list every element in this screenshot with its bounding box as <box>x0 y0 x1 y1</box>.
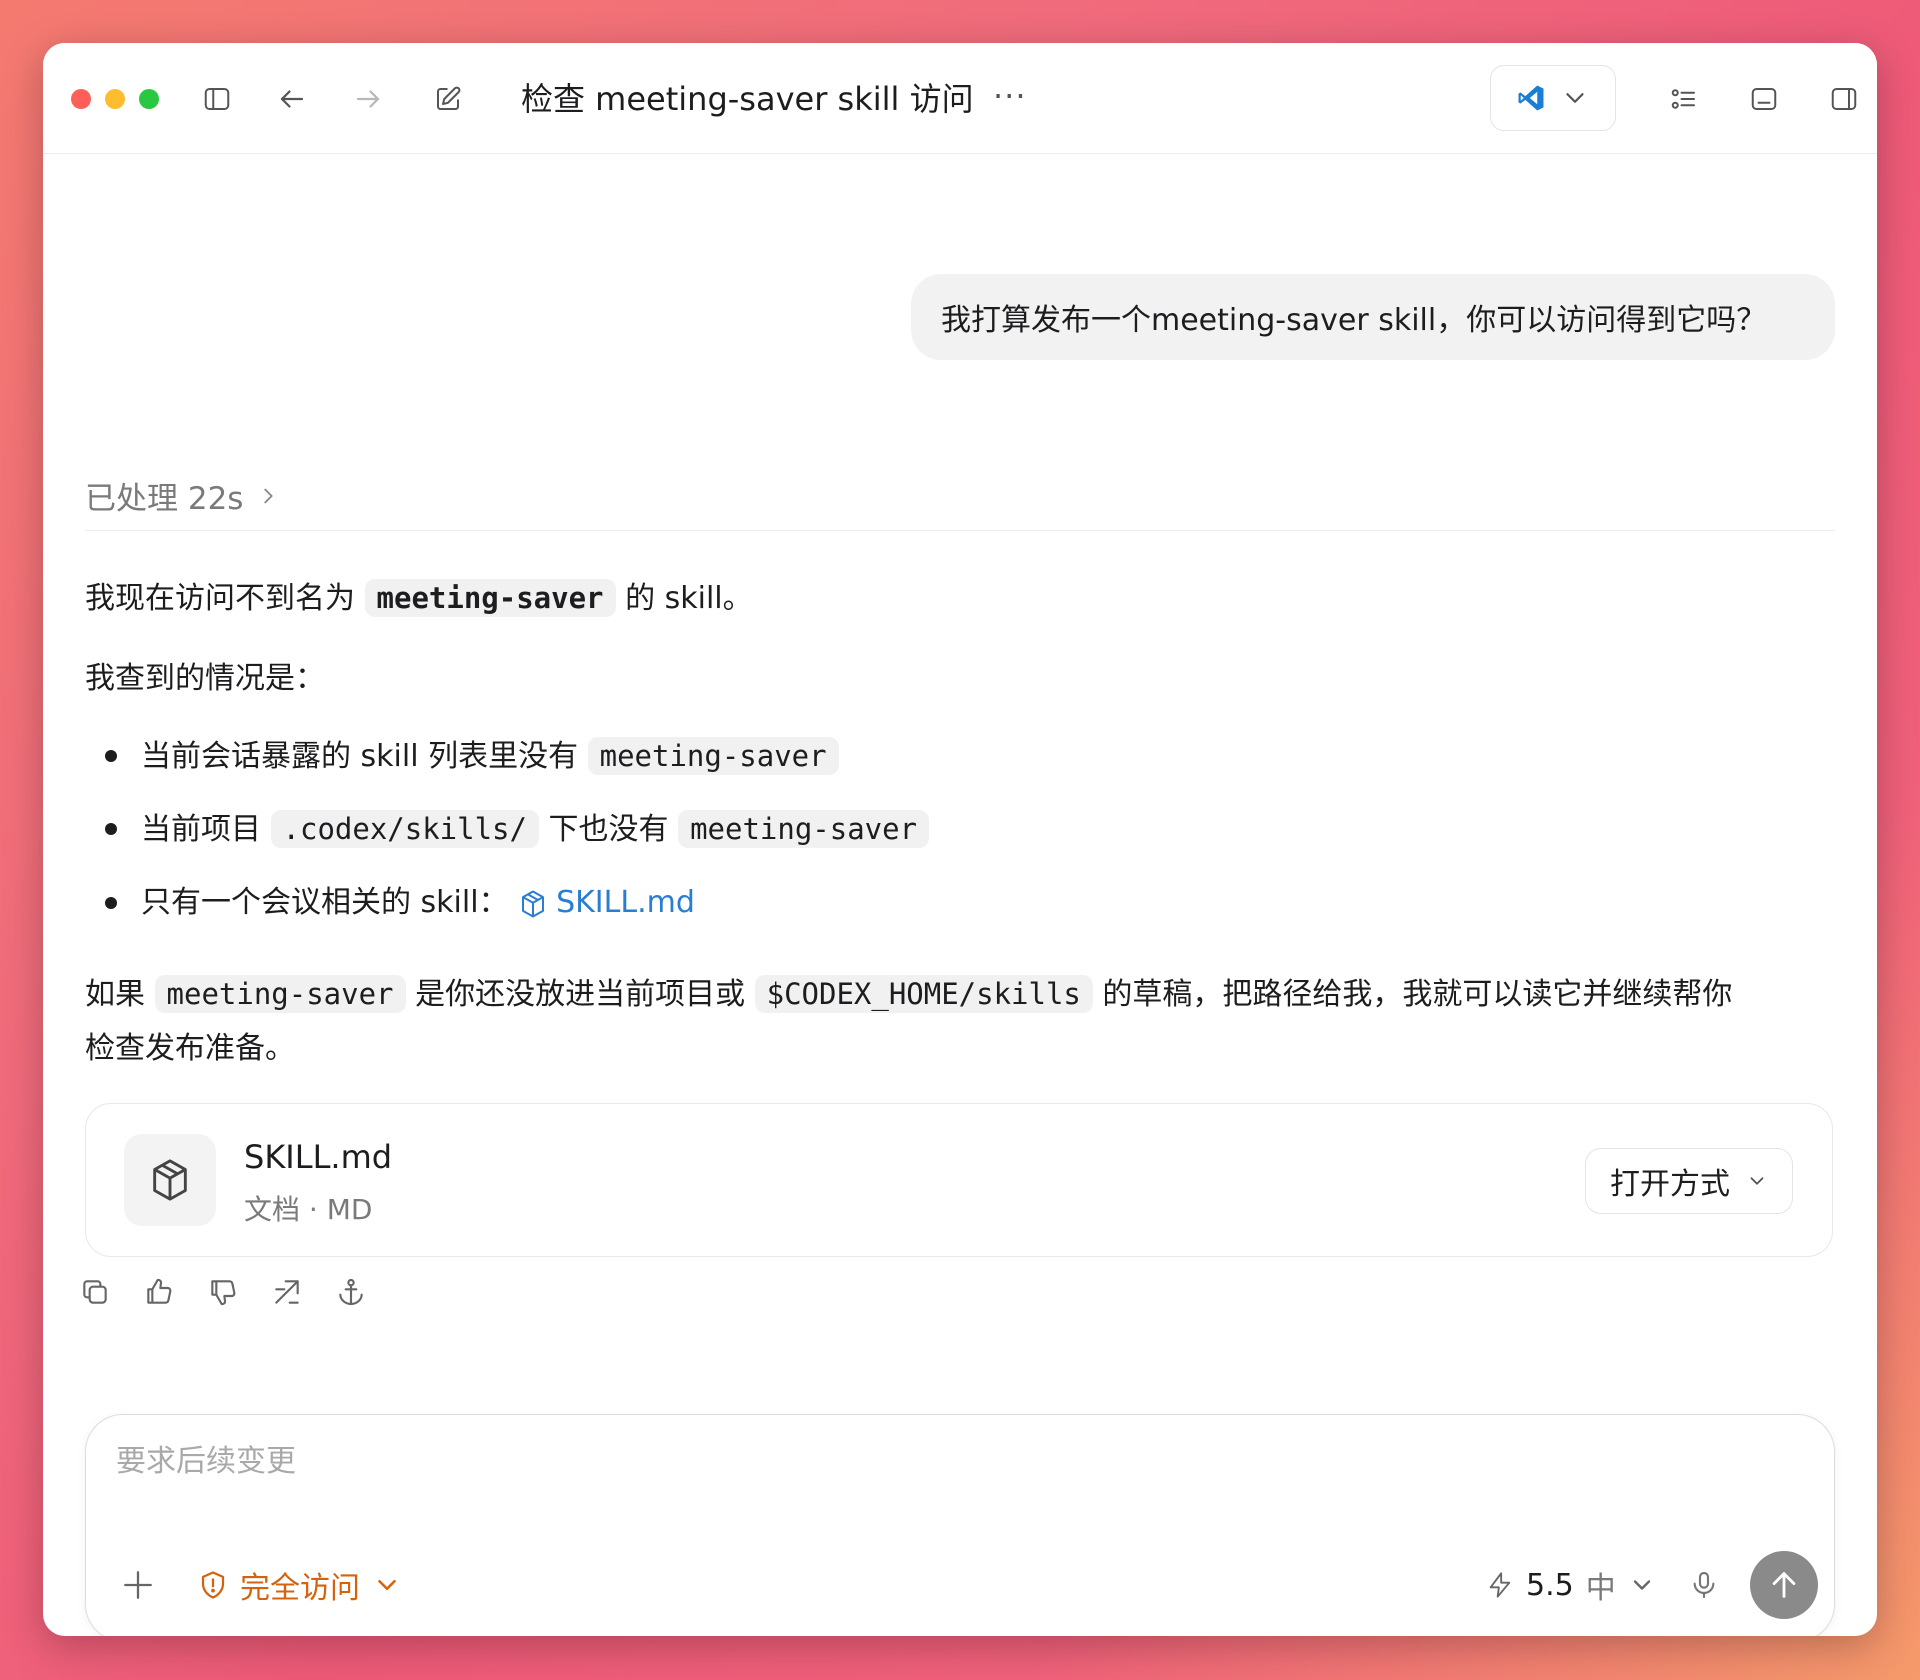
message-composer: 完全访问 5.5 中 <box>85 1414 1835 1636</box>
open-in-editor-button[interactable] <box>1490 65 1616 131</box>
warning-shield-icon <box>201 1571 225 1599</box>
more-options-icon[interactable]: ··· <box>993 77 1027 115</box>
processed-label: 已处理 22s <box>85 481 244 517</box>
inline-code: $CODEX_HOME/skills <box>754 975 1093 1013</box>
forward-arrow-icon[interactable] <box>348 79 388 119</box>
window-title: 检查 meeting-saver skill 访问 <box>521 80 974 118</box>
lightning-icon <box>1489 1572 1511 1598</box>
cube-icon <box>522 890 545 917</box>
paragraph-text: 的草稿，把路径给我，我就可以读它并继续帮你 <box>1092 977 1733 1012</box>
list-icon[interactable] <box>1664 79 1704 119</box>
list-item: 当前项目 .codex/skills/ 下也没有 meeting-saver <box>141 807 930 852</box>
list-item-text: 当前会话暴露的 skill 列表里没有 <box>141 739 588 774</box>
access-mode-selector[interactable]: 完全访问 <box>198 1563 402 1607</box>
microphone-button[interactable] <box>1682 1563 1726 1607</box>
microphone-icon <box>1693 1571 1715 1599</box>
bullet-dot <box>105 897 117 909</box>
response-text: 我现在访问不到名为 <box>85 581 365 616</box>
copy-icon[interactable] <box>77 1274 113 1310</box>
list-item-text: 当前项目 <box>141 812 271 847</box>
sidebar-toggle-icon[interactable] <box>197 79 237 119</box>
chevron-down-icon <box>1566 93 1584 103</box>
anchor-icon[interactable] <box>333 1274 369 1310</box>
response-paragraph-line-2: 检查发布准备。 <box>85 1031 295 1066</box>
bullet-dot <box>105 823 117 835</box>
open-with-button[interactable]: 打开方式 <box>1585 1148 1793 1214</box>
plus-icon <box>124 1571 152 1599</box>
back-arrow-icon[interactable] <box>272 79 312 119</box>
chevron-down-icon <box>378 1580 396 1590</box>
list-item: 当前会话暴露的 skill 列表里没有 meeting-saver <box>141 734 839 779</box>
thumbs-up-icon[interactable] <box>141 1274 177 1310</box>
vscode-icon <box>1518 85 1544 111</box>
share-icon[interactable] <box>269 1274 305 1310</box>
open-with-label: 打开方式 <box>1610 1167 1730 1202</box>
chevron-right-icon <box>264 488 274 503</box>
inline-code: meeting-saver <box>154 975 406 1013</box>
list-item-text: 下也没有 <box>538 812 679 847</box>
send-button[interactable] <box>1750 1551 1818 1619</box>
inline-code: .codex/skills/ <box>270 810 539 848</box>
divider <box>85 530 1835 531</box>
reasoning-level: 中 <box>1585 1571 1616 1606</box>
app-window: 检查 meeting-saver skill 访问 ··· 我打算发布一个mee… <box>43 43 1877 1636</box>
close-window-button[interactable] <box>71 89 91 109</box>
paragraph-text: 是你还没放进当前项目或 <box>405 977 755 1012</box>
access-mode-label: 完全访问 <box>240 1571 360 1606</box>
right-panel-icon[interactable] <box>1824 79 1864 119</box>
response-text: 的 skill。 <box>615 581 753 616</box>
chevron-down-icon <box>1750 1177 1764 1185</box>
response-paragraph: 如果 meeting-saver 是你还没放进当前项目或 $CODEX_HOME… <box>85 972 1732 1017</box>
file-name: SKILL.md <box>244 1138 393 1176</box>
thumbs-down-icon[interactable] <box>205 1274 241 1310</box>
inline-code: meeting-saver <box>678 810 930 848</box>
follow-up-input[interactable] <box>114 1435 1718 1487</box>
processed-toggle[interactable]: 已处理 22s <box>85 473 279 518</box>
compose-icon[interactable] <box>428 79 468 119</box>
terminal-panel-icon[interactable] <box>1744 79 1784 119</box>
inline-code: meeting-saver <box>587 737 839 775</box>
skill-file-link[interactable]: SKILL.md <box>556 885 695 920</box>
file-attachment-card[interactable]: SKILL.md 文档 · MD 打开方式 <box>85 1103 1833 1257</box>
response-line-2: 我查到的情况是： <box>85 661 325 696</box>
minimize-window-button[interactable] <box>105 89 125 109</box>
paragraph-text: 如果 <box>85 977 155 1012</box>
title-bar: 检查 meeting-saver skill 访问 ··· <box>43 43 1877 154</box>
user-message-bubble: 我打算发布一个meeting-saver skill，你可以访问得到它吗？ <box>911 274 1835 360</box>
zoom-window-button[interactable] <box>139 89 159 109</box>
bullet-dot <box>105 750 117 762</box>
model-version: 5.5 <box>1526 1567 1574 1603</box>
file-type: 文档 · MD <box>244 1193 373 1226</box>
cube-icon <box>153 1159 187 1201</box>
arrow-up-icon <box>1772 1572 1796 1598</box>
file-icon-container <box>124 1134 216 1226</box>
chevron-down-icon <box>1633 1580 1650 1590</box>
add-attachment-button[interactable] <box>116 1563 160 1607</box>
response-line-1: 我现在访问不到名为 meeting-saver 的 skill。 <box>85 576 753 621</box>
inline-code: meeting-saver <box>364 579 616 617</box>
list-item-text: 只有一个会议相关的 skill： <box>141 885 509 920</box>
list-item: 只有一个会议相关的 skill： SKILL.md <box>141 881 695 925</box>
model-selector[interactable]: 5.5 中 <box>1486 1563 1656 1607</box>
message-actions <box>77 1274 369 1310</box>
